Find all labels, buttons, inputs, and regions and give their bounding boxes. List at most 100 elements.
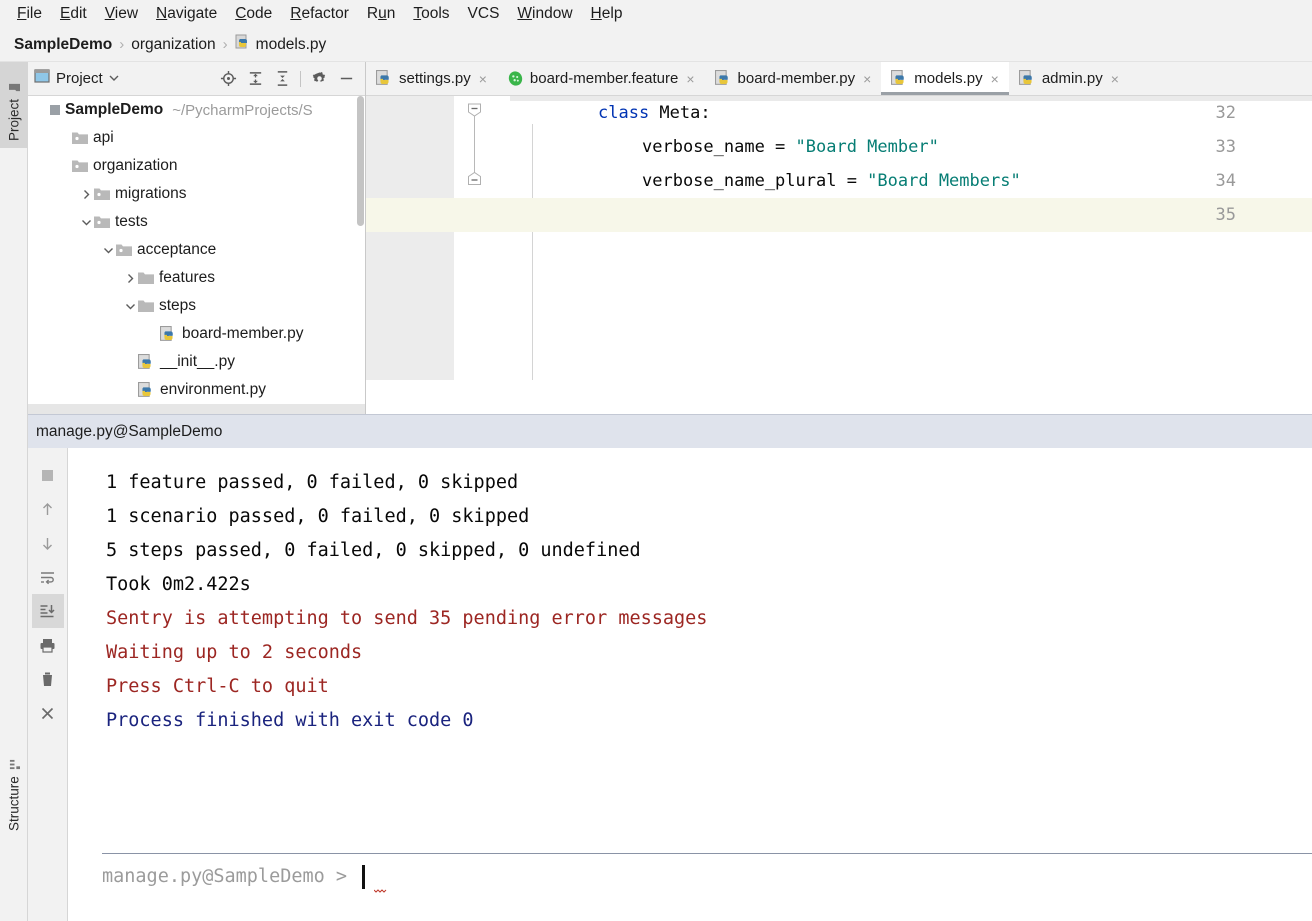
tree-item-migrations[interactable]: migrations [28,180,365,208]
menu-item-refactor[interactable]: Refactor [281,2,358,26]
tree-twisty-collapsed-icon[interactable] [122,273,138,284]
current-line-highlight [366,198,1312,232]
code-token: verbose_name = [642,137,796,157]
expand-all-icon[interactable] [246,70,264,88]
editor-fold-column[interactable] [454,96,510,380]
menu-item-view[interactable]: View [96,2,147,26]
close-icon[interactable]: × [1111,71,1119,87]
code-token: Meta: [659,103,710,123]
breadcrumb: SampleDemo › organization › models.py [0,28,1312,62]
editor-tab-board-member-feature[interactable]: board-member.feature× [497,62,705,95]
menu-item-file[interactable]: File [8,2,51,26]
sidebar-tab-project[interactable]: Project [0,62,28,148]
python-file-icon [138,382,155,399]
menu-item-code[interactable]: Code [226,2,281,26]
editor-tab-admin-py[interactable]: admin.py× [1009,62,1129,95]
sidebar-tab-favorites[interactable]: Favorites [0,902,28,921]
console-output[interactable]: 1 feature passed, 0 failed, 0 skipped1 s… [68,448,1312,921]
project-tree-scrollbar[interactable] [356,96,365,414]
code-line[interactable]: verbose_name = "Board Member" [642,130,939,164]
fold-end-icon[interactable] [467,171,482,185]
menu-item-run[interactable]: Run [358,2,404,26]
menu-item-vcs[interactable]: VCS [459,2,509,26]
python-file-icon [891,70,908,87]
collapse-all-icon[interactable] [273,70,291,88]
menu-item-tools[interactable]: Tools [404,2,458,26]
code-line[interactable]: verbose_name_plural = "Board Members" [642,164,1021,198]
close-icon[interactable]: × [863,71,871,87]
tree-item-tests[interactable]: tests [28,208,365,236]
console-input-line[interactable]: manage.py@SampleDemo > [102,860,365,894]
tree-item-label: organization [93,157,177,175]
tree-twisty-expanded-icon[interactable] [78,217,94,228]
clear-all-button[interactable] [32,662,64,696]
tree-twisty-collapsed-icon[interactable] [78,189,94,200]
print-button[interactable] [32,628,64,662]
soft-wrap-button[interactable] [32,560,64,594]
scrollbar-thumb[interactable] [357,96,364,226]
left-tool-strip: Project Structure Favorites [0,62,28,921]
tree-item-path: ~/PycharmProjects/S [172,102,312,119]
menu-bar: FileEditViewNavigateCodeRefactorRunTools… [0,0,1312,28]
menu-item-help[interactable]: Help [582,2,632,26]
run-configuration-title: manage.py@SampleDemo [36,423,222,441]
sidebar-tab-structure[interactable]: Structure [0,742,28,838]
tree-item-environment-py[interactable]: environment.py [28,376,365,404]
code-token: "Board Members" [867,171,1021,191]
breadcrumb-file[interactable]: models.py [256,36,327,54]
editor-tab-settings-py[interactable]: settings.py × [366,62,497,95]
tree-twisty-expanded-icon[interactable] [122,301,138,312]
tree-item-label: environment.py [160,381,266,399]
folder-icon [72,131,88,145]
menu-item-window[interactable]: Window [508,2,581,26]
fold-start-icon[interactable] [467,103,482,117]
up-arrow-button[interactable] [32,492,64,526]
folder-icon [72,159,88,173]
breadcrumb-package[interactable]: organization [131,36,215,54]
down-arrow-button[interactable] [32,526,64,560]
close-icon[interactable]: × [686,71,694,87]
close-icon[interactable]: × [991,71,999,87]
tree-item-features[interactable]: features [28,264,365,292]
tree-item--init-py[interactable]: __init__.py [28,348,365,376]
hide-panel-icon[interactable] [337,70,355,88]
breadcrumb-project[interactable]: SampleDemo [14,36,112,54]
stop-button[interactable] [32,458,64,492]
editor-tab-board-member-py[interactable]: board-member.py× [705,62,882,95]
editor-tab-models-py[interactable]: models.py× [881,62,1009,95]
editor-gutter[interactable] [366,96,454,380]
menu-item-edit[interactable]: Edit [51,2,96,26]
code-line[interactable]: class Meta: [598,96,711,130]
folder-plain-icon [138,299,154,313]
tree-item-sampledemo[interactable]: SampleDemo~/PycharmProjects/S [28,96,365,124]
tree-item-label: tests [115,213,148,231]
folder-icon [94,187,110,201]
breadcrumb-separator-2: › [223,36,228,53]
tree-item-organization[interactable]: organization [28,152,365,180]
code-token: verbose_name_plural = [642,171,867,191]
breadcrumb-separator-1: › [119,36,124,53]
tree-item-steps[interactable]: steps [28,292,365,320]
tree-item-acceptance[interactable]: acceptance [28,236,365,264]
settings-gear-icon[interactable] [310,70,328,88]
tree-item-label: migrations [115,185,187,203]
code-editor[interactable]: 32class Meta:33verbose_name = "Board Mem… [366,96,1312,414]
project-tree[interactable]: SampleDemo~/PycharmProjects/Sapi organiza… [28,96,365,414]
editor-tab-label: settings.py [399,70,471,87]
python-file-icon [138,354,155,371]
close-button[interactable] [32,696,64,730]
cucumber-feature-icon [507,70,524,87]
tree-item-board-member-py[interactable]: board-member.py [28,320,365,348]
line-number: 35 [1216,198,1236,232]
close-icon[interactable]: × [479,71,487,87]
locate-icon[interactable] [219,70,237,88]
chevron-down-icon[interactable] [109,70,119,88]
scroll-to-end-button[interactable] [32,594,64,628]
menu-item-navigate[interactable]: Navigate [147,2,226,26]
tree-twisty-expanded-icon[interactable] [100,245,116,256]
tree-item-partial[interactable] [28,404,365,414]
tree-item-api[interactable]: api [28,124,365,152]
console-input-divider [102,853,1312,854]
console-line: Waiting up to 2 seconds [72,636,1312,670]
python-file-icon [715,70,732,87]
